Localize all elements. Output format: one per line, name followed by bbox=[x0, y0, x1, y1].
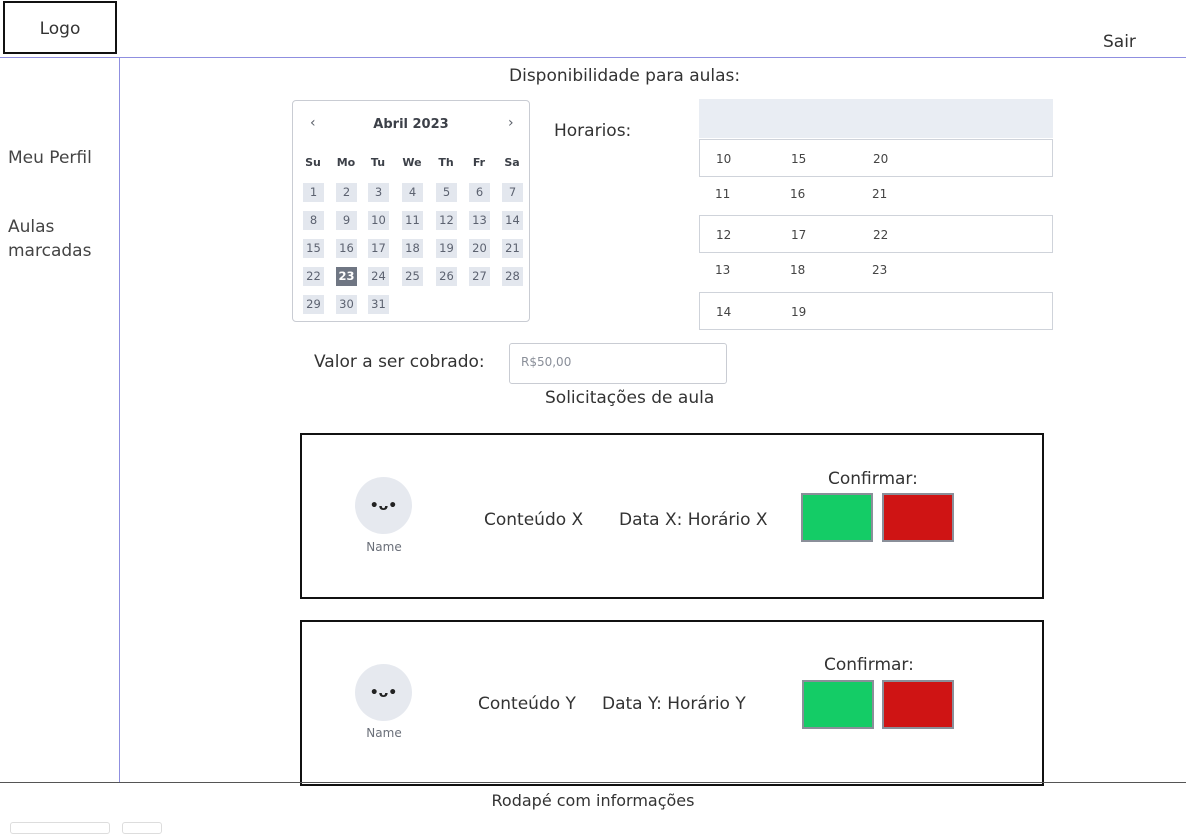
calendar-day[interactable]: 14 bbox=[502, 211, 523, 230]
calendar-day[interactable]: 15 bbox=[303, 239, 324, 258]
time-slot[interactable]: 22 bbox=[873, 228, 888, 242]
calendar-day[interactable]: 18 bbox=[402, 239, 423, 258]
price-input[interactable]: R$50,00 bbox=[509, 343, 727, 384]
accept-button[interactable] bbox=[801, 493, 873, 542]
calendar-day[interactable]: 24 bbox=[368, 267, 389, 286]
confirm-label: Confirmar: bbox=[824, 655, 914, 675]
calendar-day[interactable]: 27 bbox=[469, 267, 490, 286]
request-card: •ᴗ• Name Conteúdo Y Data Y: Horário Y Co… bbox=[300, 620, 1044, 786]
time-row: 14 19 bbox=[699, 292, 1053, 330]
calendar-day[interactable]: 19 bbox=[436, 239, 457, 258]
calendar-day[interactable]: 7 bbox=[502, 183, 523, 202]
calendar-day[interactable]: 29 bbox=[303, 295, 324, 314]
avatar-name: Name bbox=[366, 726, 402, 740]
calendar-day[interactable]: 5 bbox=[436, 183, 457, 202]
weekday-label: Fr bbox=[472, 156, 486, 169]
avatar: •ᴗ• bbox=[355, 477, 412, 534]
calendar-day[interactable]: 16 bbox=[336, 239, 357, 258]
calendar-day[interactable]: 9 bbox=[336, 211, 357, 230]
logout-link[interactable]: Sair bbox=[1103, 32, 1136, 52]
calendar-day[interactable]: 11 bbox=[402, 211, 423, 230]
time-row: 11 16 21 bbox=[699, 177, 1053, 215]
sidebar-divider bbox=[119, 58, 120, 782]
calendar-day[interactable]: 12 bbox=[436, 211, 457, 230]
time-row: 10 15 20 bbox=[699, 139, 1053, 177]
calendar-day[interactable]: 4 bbox=[402, 183, 423, 202]
time-slot[interactable]: 21 bbox=[872, 187, 887, 201]
calendar-day[interactable]: 26 bbox=[436, 267, 457, 286]
calendar-day[interactable]: 17 bbox=[368, 239, 389, 258]
header-divider bbox=[117, 57, 1186, 58]
availability-title: Disponibilidade para aulas: bbox=[509, 66, 741, 86]
avatar-face-icon: •ᴗ• bbox=[369, 497, 398, 514]
calendar-day[interactable]: 21 bbox=[502, 239, 523, 258]
time-slot[interactable]: 20 bbox=[873, 152, 888, 166]
calendar-day[interactable]: 30 bbox=[336, 295, 357, 314]
request-datetime: Data X: Horário X bbox=[619, 510, 768, 530]
time-slot[interactable]: 11 bbox=[715, 187, 730, 201]
request-datetime: Data Y: Horário Y bbox=[602, 694, 746, 714]
calendar-next-button[interactable]: › bbox=[508, 115, 514, 131]
calendar-day[interactable]: 20 bbox=[469, 239, 490, 258]
time-slot[interactable]: 16 bbox=[790, 187, 805, 201]
header-divider-left bbox=[0, 57, 117, 58]
times-header bbox=[699, 99, 1053, 138]
time-slot[interactable]: 23 bbox=[872, 263, 887, 277]
calendar-day[interactable]: 23 bbox=[336, 267, 357, 286]
footer-divider bbox=[0, 782, 1186, 783]
calendar-day[interactable]: 25 bbox=[402, 267, 423, 286]
weekday-label: Th bbox=[438, 156, 454, 169]
weekday-label: Tu bbox=[370, 156, 386, 169]
calendar-day[interactable]: 28 bbox=[502, 267, 523, 286]
time-slot[interactable]: 10 bbox=[716, 152, 731, 166]
time-slot[interactable]: 19 bbox=[791, 305, 806, 319]
calendar-day[interactable]: 6 bbox=[469, 183, 490, 202]
time-slot[interactable]: 17 bbox=[791, 228, 806, 242]
sidebar-item-booked-classes[interactable]: Aulas marcadas bbox=[8, 215, 108, 263]
calendar-month-title: Abril 2023 bbox=[373, 117, 449, 132]
calendar-day[interactable]: 3 bbox=[368, 183, 389, 202]
calendar-day[interactable]: 1 bbox=[303, 183, 324, 202]
accept-button[interactable] bbox=[802, 680, 874, 729]
weekday-label: Sa bbox=[504, 156, 520, 169]
weekday-label: Mo bbox=[336, 156, 356, 169]
avatar: •ᴗ• bbox=[355, 664, 412, 721]
times-label: Horarios: bbox=[554, 121, 632, 141]
weekday-label: We bbox=[402, 156, 422, 169]
time-slot[interactable]: 15 bbox=[791, 152, 806, 166]
avatar-name: Name bbox=[366, 540, 402, 554]
time-row: 12 17 22 bbox=[699, 215, 1053, 253]
request-content: Conteúdo Y bbox=[478, 694, 576, 714]
reject-button[interactable] bbox=[882, 680, 954, 729]
requests-title: Solicitações de aula bbox=[545, 388, 715, 408]
time-row: 13 18 23 bbox=[699, 253, 1053, 291]
avatar-face-icon: •ᴗ• bbox=[369, 684, 398, 701]
request-content: Conteúdo X bbox=[484, 510, 584, 530]
time-slot[interactable]: 18 bbox=[790, 263, 805, 277]
footer-stub bbox=[122, 822, 162, 834]
price-label: Valor a ser cobrado: bbox=[314, 352, 485, 372]
calendar-day[interactable]: 10 bbox=[368, 211, 389, 230]
calendar-day[interactable]: 31 bbox=[368, 295, 389, 314]
footer-stub bbox=[10, 822, 110, 834]
time-slot[interactable]: 14 bbox=[716, 305, 731, 319]
time-slot[interactable]: 12 bbox=[716, 228, 731, 242]
request-card: •ᴗ• Name Conteúdo X Data X: Horário X Co… bbox=[300, 433, 1044, 599]
calendar-day[interactable]: 22 bbox=[303, 267, 324, 286]
calendar-day[interactable]: 2 bbox=[336, 183, 357, 202]
weekday-label: Su bbox=[305, 156, 321, 169]
calendar-day[interactable]: 8 bbox=[303, 211, 324, 230]
sidebar-item-profile[interactable]: Meu Perfil bbox=[8, 146, 92, 170]
confirm-label: Confirmar: bbox=[828, 469, 918, 489]
reject-button[interactable] bbox=[882, 493, 954, 542]
calendar: ‹ Abril 2023 › Su Mo Tu We Th Fr Sa 1 2 3 4 5 6 7 8 9 10… bbox=[292, 100, 530, 322]
time-slot[interactable]: 13 bbox=[715, 263, 730, 277]
calendar-day[interactable]: 13 bbox=[469, 211, 490, 230]
logo[interactable]: Logo bbox=[3, 1, 117, 54]
footer-text: Rodapé com informações bbox=[491, 791, 695, 810]
